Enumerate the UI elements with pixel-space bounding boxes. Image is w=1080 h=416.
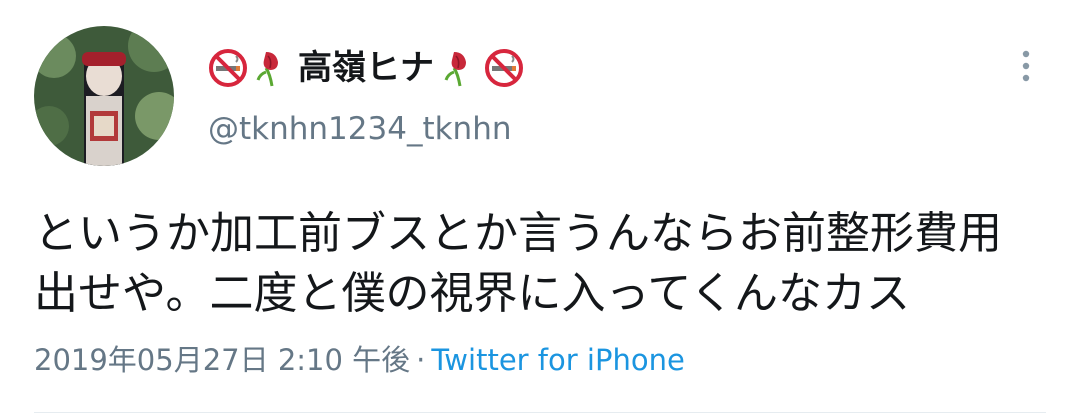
no-smoking-icon [484, 48, 524, 88]
meta-separator: · [416, 343, 426, 377]
avatar-image [34, 26, 174, 166]
more-options-icon[interactable] [1008, 44, 1044, 88]
wilted-tulip-icon [252, 48, 292, 88]
display-name-row[interactable]: 高嶺ヒナ [208, 46, 524, 90]
wilted-tulip-icon [440, 48, 480, 88]
tweet-source-link[interactable]: Twitter for iPhone [431, 343, 684, 377]
avatar[interactable] [34, 26, 174, 166]
tweet-text: というか加工前ブスとか言うんならお前整形費用 出せや。二度と僕の視界に入ってくん… [34, 208, 1002, 319]
divider [34, 412, 1046, 413]
tweet-timestamp[interactable]: 2019年05月27日 2:10 午後 [34, 343, 410, 377]
user-handle[interactable]: @tknhn1234_tknhn [208, 107, 512, 151]
no-smoking-icon [208, 48, 248, 88]
tweet-meta: 2019年05月27日 2:10 午後 · Twitter for iPhone [34, 340, 685, 380]
display-name: 高嶺ヒナ [298, 48, 434, 88]
